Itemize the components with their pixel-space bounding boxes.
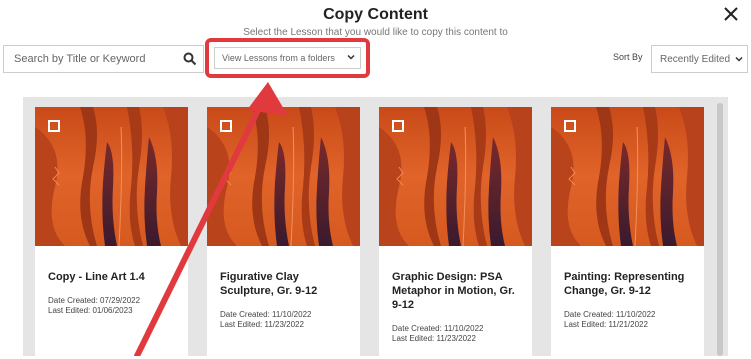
date-created: Date Created: 11/10/2022 (220, 310, 312, 319)
folder-select[interactable]: View Lessons from a folders (214, 47, 361, 69)
scrollbar[interactable] (717, 103, 723, 356)
select-checkbox[interactable] (564, 120, 576, 132)
select-checkbox[interactable] (220, 120, 232, 132)
chevron-down-icon (735, 55, 743, 66)
sort-label: Sort By (613, 52, 643, 62)
last-edited: Last Edited: 11/23/2022 (220, 320, 304, 329)
date-created: Date Created: 07/29/2022 (48, 296, 141, 305)
lesson-card[interactable]: Graphic Design: PSA Metaphor in Motion, … (379, 107, 532, 359)
lesson-title: Copy - Line Art 1.4 (48, 271, 145, 283)
sort-select[interactable]: Recently Edited (651, 45, 748, 73)
lesson-grid: Copy - Line Art 1.4 Date Created: 07/29/… (23, 97, 728, 359)
highlight-box: View Lessons from a folders (205, 38, 370, 78)
lesson-title: Figurative Clay Sculpture, Gr. 9-12 (220, 271, 318, 297)
select-checkbox[interactable] (392, 120, 404, 132)
search-input[interactable] (12, 52, 176, 66)
lesson-card[interactable]: Copy - Line Art 1.4 Date Created: 07/29/… (35, 107, 188, 359)
select-checkbox[interactable] (48, 120, 60, 132)
last-edited: Last Edited: 01/06/2023 (48, 306, 133, 315)
lesson-card[interactable]: Painting: Representing Change, Gr. 9-12 … (551, 107, 704, 359)
last-edited: Last Edited: 11/23/2022 (392, 334, 476, 343)
folder-select-value: View Lessons from a folders (222, 53, 335, 63)
lesson-title: Graphic Design: PSA Metaphor in Motion, … (392, 271, 515, 311)
date-created: Date Created: 11/10/2022 (392, 324, 484, 333)
lesson-title: Painting: Representing Change, Gr. 9-12 (564, 271, 685, 297)
chevron-down-icon (347, 53, 355, 63)
last-edited: Last Edited: 11/21/2022 (564, 320, 648, 329)
date-created: Date Created: 11/10/2022 (564, 310, 656, 319)
dialog-subtitle: Select the Lesson that you would like to… (243, 27, 508, 38)
lesson-card[interactable]: Figurative Clay Sculpture, Gr. 9-12 Date… (207, 107, 360, 359)
sort-select-value: Recently Edited (660, 54, 731, 65)
search-icon[interactable] (183, 52, 197, 71)
search-field[interactable] (3, 45, 204, 73)
dialog-title: Copy Content (323, 6, 428, 23)
close-icon[interactable] (721, 4, 741, 24)
